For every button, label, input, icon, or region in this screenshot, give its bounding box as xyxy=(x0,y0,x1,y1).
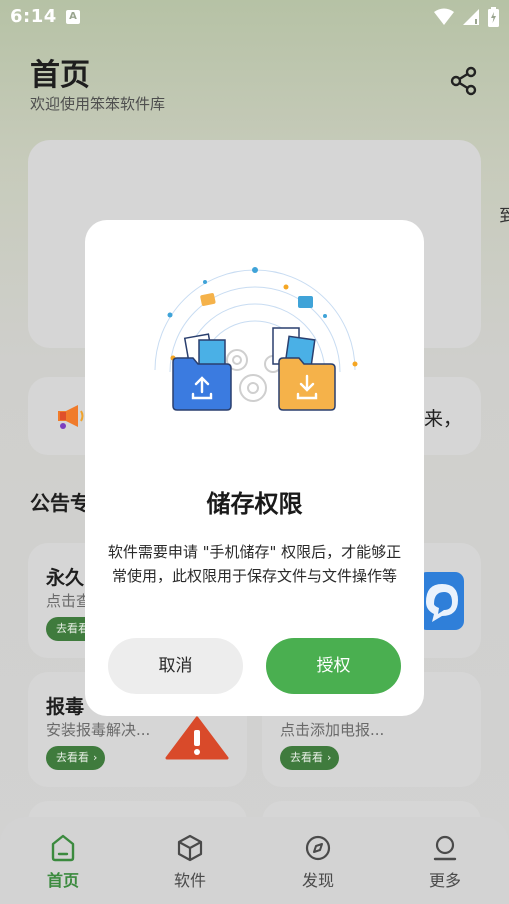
go-see-button[interactable]: 去看看 › xyxy=(280,746,340,770)
notification-badge: A xyxy=(66,10,80,24)
wifi-icon xyxy=(434,8,454,25)
cancel-button[interactable]: 取消 xyxy=(108,638,243,694)
person-icon xyxy=(433,835,457,861)
chevron-right-icon: › xyxy=(93,751,98,764)
page-subtitle: 欢迎使用笨笨软件库 xyxy=(30,95,166,113)
go-see-label: 去看看 xyxy=(56,751,89,764)
go-see-button[interactable]: 去看看 › xyxy=(46,746,106,770)
page-title: 首页 xyxy=(30,58,90,93)
home-icon xyxy=(51,834,75,862)
notice-text: 来， xyxy=(424,408,463,430)
status-icons xyxy=(434,7,499,27)
nav-software[interactable]: 软件 xyxy=(140,817,240,904)
status-bar: 6:14 A xyxy=(0,0,509,36)
megaphone-icon xyxy=(58,405,84,429)
card-title: 报毒 xyxy=(46,696,85,718)
chat-icon xyxy=(418,572,464,630)
chevron-right-icon: › xyxy=(327,751,332,764)
banner-edge-text: 到 xyxy=(499,206,509,227)
storage-illustration xyxy=(154,267,358,411)
nav-more[interactable]: 更多 xyxy=(395,817,495,904)
go-see-label: 去看看 xyxy=(290,751,323,764)
section-title: 公告专 xyxy=(30,491,90,515)
battery-icon xyxy=(488,7,499,27)
card-desc: 安装报毒解决... xyxy=(46,721,151,739)
authorize-button[interactable]: 授权 xyxy=(266,638,401,694)
nav-software-label: 软件 xyxy=(173,871,206,890)
compass-icon xyxy=(305,835,331,861)
bottom-nav: 首页 软件 发现 更多 xyxy=(0,817,509,904)
nav-more-label: 更多 xyxy=(428,871,461,890)
nav-home-label: 首页 xyxy=(46,871,79,890)
card-title: 永久 xyxy=(46,567,85,589)
cube-icon xyxy=(177,834,203,862)
warning-icon xyxy=(165,716,229,760)
signal-icon xyxy=(463,9,479,25)
nav-discover-label: 发现 xyxy=(301,871,334,890)
nav-discover[interactable]: 发现 xyxy=(268,817,368,904)
card-desc: 点击添加电报... xyxy=(280,721,385,739)
permission-dialog: 储存权限 软件需要申请 "手机储存" 权限后，才能够正常使用，此权限用于保存文件… xyxy=(85,220,424,716)
status-time: 6:14 xyxy=(10,6,57,27)
share-icon[interactable] xyxy=(450,66,478,96)
dialog-message: 软件需要申请 "手机储存" 权限后，才能够正常使用，此权限用于保存文件与文件操作… xyxy=(107,543,402,585)
nav-home[interactable]: 首页 xyxy=(13,817,113,904)
dialog-title: 储存权限 xyxy=(206,490,303,518)
